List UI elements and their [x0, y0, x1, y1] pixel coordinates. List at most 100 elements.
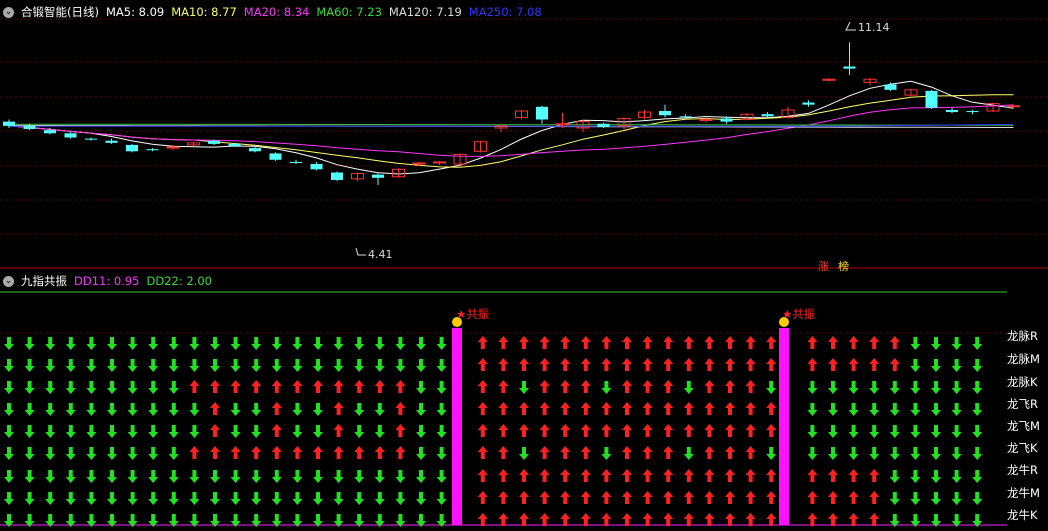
- resonance-label-1: ★共振: [456, 307, 490, 321]
- arrow-down-icon: [65, 447, 76, 460]
- arrow-down-icon: [416, 492, 426, 505]
- collapse-icon[interactable]: ⌄: [3, 6, 14, 18]
- chart-canvas: [0, 18, 1048, 527]
- price-header: ⌄ 合锻智能(日线) MA5: 8.09 MA10: 8.77 MA20: 8.…: [3, 4, 542, 20]
- arrow-down-icon: [333, 359, 344, 372]
- arrow-down-icon: [168, 447, 179, 460]
- arrow-up-icon: [622, 491, 632, 504]
- arrow-up-icon: [251, 446, 262, 459]
- arrow-up-icon: [745, 380, 756, 393]
- arrow-up-icon: [539, 491, 550, 504]
- arrow-up-icon: [498, 380, 509, 393]
- arrow-up-icon: [333, 380, 344, 393]
- candle-body: [208, 140, 220, 144]
- dd11-label: DD11: 0.95: [74, 274, 140, 288]
- arrow-up-icon: [725, 358, 735, 371]
- arrow-down-icon: [210, 492, 220, 505]
- arrow-down-icon: [354, 337, 365, 350]
- arrow-down-icon: [45, 337, 56, 350]
- arrow-up-icon: [560, 402, 571, 415]
- arrow-down-icon: [292, 359, 303, 372]
- arrow-up-icon: [704, 469, 715, 482]
- arrow-up-icon: [725, 336, 735, 349]
- arrow-down-icon: [436, 492, 447, 505]
- arrow-up-icon: [828, 491, 838, 504]
- arrow-up-icon: [230, 380, 241, 393]
- arrow-down-icon: [313, 337, 323, 350]
- arrow-down-icon: [230, 403, 241, 416]
- arrow-down-icon: [292, 425, 303, 438]
- arrow-down-icon: [168, 359, 179, 372]
- arrow-up-icon: [292, 380, 303, 393]
- resonance-label-2: ★共振: [782, 307, 816, 321]
- arrow-up-icon: [477, 336, 488, 349]
- arrow-down-icon: [972, 425, 983, 438]
- arrow-down-icon: [168, 470, 179, 483]
- arrow-down-icon: [4, 470, 14, 483]
- arrow-up-icon: [539, 513, 550, 526]
- arrow-down-icon: [24, 359, 35, 372]
- arrow-down-icon: [65, 425, 76, 438]
- arrow-down-icon: [45, 425, 56, 438]
- arrow-up-icon: [766, 491, 777, 504]
- arrow-up-icon: [725, 380, 735, 393]
- arrow-up-icon: [498, 513, 509, 526]
- arrow-up-icon: [333, 424, 344, 437]
- high-price-leader: [845, 21, 856, 31]
- arrow-down-icon: [910, 359, 921, 372]
- arrow-down-icon: [4, 359, 14, 372]
- collapse-icon[interactable]: ⌄: [3, 275, 14, 287]
- arrow-up-icon: [477, 358, 488, 371]
- candle-body: [44, 130, 56, 134]
- arrow-up-icon: [848, 336, 859, 349]
- arrow-down-icon: [230, 425, 241, 438]
- arrow-down-icon: [972, 403, 983, 416]
- arrow-down-icon: [271, 359, 282, 372]
- arrow-up-icon: [704, 336, 715, 349]
- arrow-down-icon: [210, 337, 220, 350]
- arrow-down-icon: [931, 359, 941, 372]
- arrow-down-icon: [107, 425, 117, 438]
- arrow-down-icon: [148, 403, 159, 416]
- arrow-up-icon: [663, 358, 674, 371]
- candle-body: [105, 140, 118, 143]
- arrow-down-icon: [951, 403, 962, 416]
- candle-body: [802, 102, 815, 105]
- arrow-down-icon: [869, 425, 880, 438]
- arrow-down-icon: [127, 381, 138, 394]
- arrow-up-icon: [519, 469, 529, 482]
- row-label: 龙飞M: [1007, 419, 1040, 433]
- arrow-down-icon: [374, 425, 385, 438]
- arrow-up-icon: [622, 446, 632, 459]
- row-label: 龙脉R: [1007, 329, 1038, 343]
- arrow-up-icon: [354, 446, 365, 459]
- arrow-up-icon: [807, 358, 818, 371]
- arrow-down-icon: [86, 337, 97, 350]
- arrow-up-icon: [683, 336, 694, 349]
- arrow-down-icon: [107, 403, 117, 416]
- arrow-up-icon: [539, 402, 550, 415]
- arrow-up-icon: [745, 424, 756, 437]
- candle-body: [884, 84, 897, 90]
- candle-body: [23, 125, 36, 130]
- indicator-header: ⌄ 九指共振 DD11: 0.95 DD22: 2.00: [3, 273, 212, 289]
- arrow-down-icon: [807, 381, 818, 394]
- arrow-down-icon: [910, 492, 921, 505]
- arrow-up-icon: [210, 380, 220, 393]
- arrow-down-icon: [601, 381, 612, 394]
- arrow-down-icon: [683, 447, 694, 460]
- arrow-down-icon: [374, 359, 385, 372]
- arrow-up-icon: [683, 424, 694, 437]
- arrow-up-icon: [477, 402, 488, 415]
- arrow-down-icon: [416, 447, 426, 460]
- arrow-down-icon: [972, 337, 983, 350]
- arrow-up-icon: [848, 513, 859, 526]
- arrow-up-icon: [477, 491, 488, 504]
- arrow-down-icon: [4, 492, 14, 505]
- arrow-up-icon: [519, 402, 529, 415]
- candle-body: [966, 111, 979, 113]
- arrow-down-icon: [230, 359, 241, 372]
- arrow-down-icon: [951, 337, 962, 350]
- arrow-up-icon: [292, 446, 303, 459]
- arrow-down-icon: [127, 359, 138, 372]
